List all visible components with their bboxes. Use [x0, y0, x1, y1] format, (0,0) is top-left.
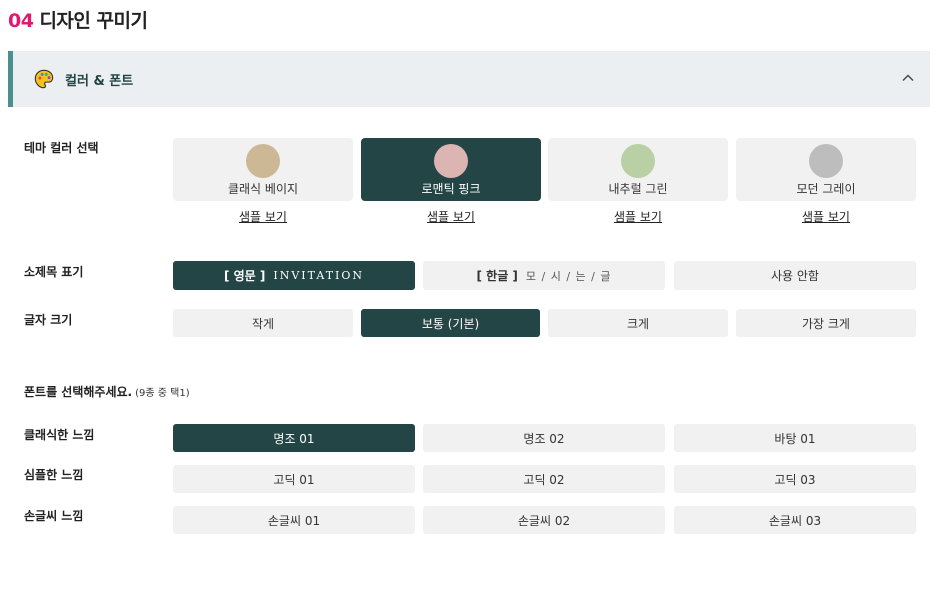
- font-option-text: 바탕 01: [774, 431, 816, 446]
- font-option-myeongjo-02[interactable]: 명조 02: [423, 424, 665, 452]
- theme-option-pink[interactable]: 로맨틱 핑크: [361, 138, 541, 201]
- font-size-normal[interactable]: 보통 (기본): [361, 309, 540, 337]
- color-swatch: [434, 144, 468, 178]
- subtitle-option-korean[interactable]: [ 한글 ] 모 / 시 / 는 / 글: [423, 261, 665, 290]
- chevron-up-icon[interactable]: [900, 70, 916, 86]
- font-option-text: 고딕 03: [774, 472, 816, 487]
- theme-color-label: 테마 컬러 선택: [24, 141, 99, 155]
- theme-option-green[interactable]: 내추럴 그린: [548, 138, 728, 201]
- subtitle-option-english[interactable]: [ 영문 ] INVITATION: [173, 261, 415, 290]
- subtitle-option-none[interactable]: 사용 안함: [674, 261, 916, 290]
- font-option-handwriting-03[interactable]: 손글씨 03: [674, 506, 916, 534]
- theme-option-name: 내추럴 그린: [608, 182, 668, 196]
- font-option-text: 손글씨 03: [768, 513, 822, 528]
- font-option-gothic-03[interactable]: 고딕 03: [674, 465, 916, 493]
- sample-link-beige[interactable]: 샘플 보기: [173, 208, 353, 225]
- font-group-simple-label: 심플한 느낌: [24, 468, 84, 482]
- font-option-text: 명조 02: [523, 431, 565, 446]
- theme-option-name: 모던 그레이: [796, 182, 856, 196]
- font-group-handwriting-label: 손글씨 느낌: [24, 509, 84, 523]
- font-option-text: 명조 01: [273, 431, 315, 446]
- subtitle-label: 소제목 표기: [24, 265, 84, 279]
- font-size-large[interactable]: 크게: [548, 309, 728, 337]
- subtitle-tag: [ 영문 ]: [223, 269, 266, 283]
- subtitle-tag: [ 한글 ]: [476, 269, 518, 283]
- color-swatch: [246, 144, 280, 178]
- theme-option-name: 로맨틱 핑크: [421, 182, 481, 196]
- palette-icon: [34, 69, 54, 89]
- sample-link-gray[interactable]: 샘플 보기: [736, 208, 916, 225]
- font-size-option-text: 가장 크게: [802, 316, 850, 331]
- font-size-small[interactable]: 작게: [173, 309, 353, 337]
- sample-link-green[interactable]: 샘플 보기: [548, 208, 728, 225]
- font-option-myeongjo-01[interactable]: 명조 01: [173, 424, 415, 452]
- font-option-gothic-02[interactable]: 고딕 02: [423, 465, 665, 493]
- page-title-number: 04: [8, 10, 34, 32]
- font-size-largest[interactable]: 가장 크게: [736, 309, 916, 337]
- font-prompt-sub: (9종 중 택1): [135, 388, 190, 399]
- font-option-text: 고딕 02: [523, 472, 565, 487]
- subtitle-sample: INVITATION: [273, 269, 365, 282]
- color-font-section-header[interactable]: 컬러 & 폰트: [8, 51, 930, 107]
- section-label: 컬러 & 폰트: [65, 74, 134, 89]
- theme-option-gray[interactable]: 모던 그레이: [736, 138, 916, 201]
- theme-option-beige[interactable]: 클래식 베이지: [173, 138, 353, 201]
- font-option-text: 고딕 01: [273, 472, 315, 487]
- font-size-label: 글자 크기: [24, 313, 73, 327]
- font-option-text: 손글씨 02: [517, 513, 571, 528]
- page-title-text: 디자인 꾸미기: [39, 10, 148, 32]
- page-title: 04 디자인 꾸미기: [8, 6, 148, 33]
- subtitle-sample: 모 / 시 / 는 / 글: [525, 269, 612, 283]
- font-size-option-text: 크게: [626, 316, 650, 331]
- font-size-option-text: 보통 (기본): [421, 316, 480, 331]
- font-group-classic-label: 클래식한 느낌: [24, 428, 95, 442]
- font-option-gothic-01[interactable]: 고딕 01: [173, 465, 415, 493]
- font-option-handwriting-02[interactable]: 손글씨 02: [423, 506, 665, 534]
- font-option-handwriting-01[interactable]: 손글씨 01: [173, 506, 415, 534]
- subtitle-none-text: 사용 안함: [771, 269, 819, 283]
- font-prompt: 폰트를 선택해주세요. (9종 중 택1): [24, 383, 190, 400]
- theme-option-name: 클래식 베이지: [227, 182, 299, 196]
- color-swatch: [809, 144, 843, 178]
- font-option-text: 손글씨 01: [267, 513, 321, 528]
- font-size-option-text: 작게: [251, 316, 275, 331]
- sample-link-pink[interactable]: 샘플 보기: [361, 208, 541, 225]
- font-prompt-text: 폰트를 선택해주세요.: [24, 385, 133, 399]
- font-option-batang-01[interactable]: 바탕 01: [674, 424, 916, 452]
- color-swatch: [621, 144, 655, 178]
